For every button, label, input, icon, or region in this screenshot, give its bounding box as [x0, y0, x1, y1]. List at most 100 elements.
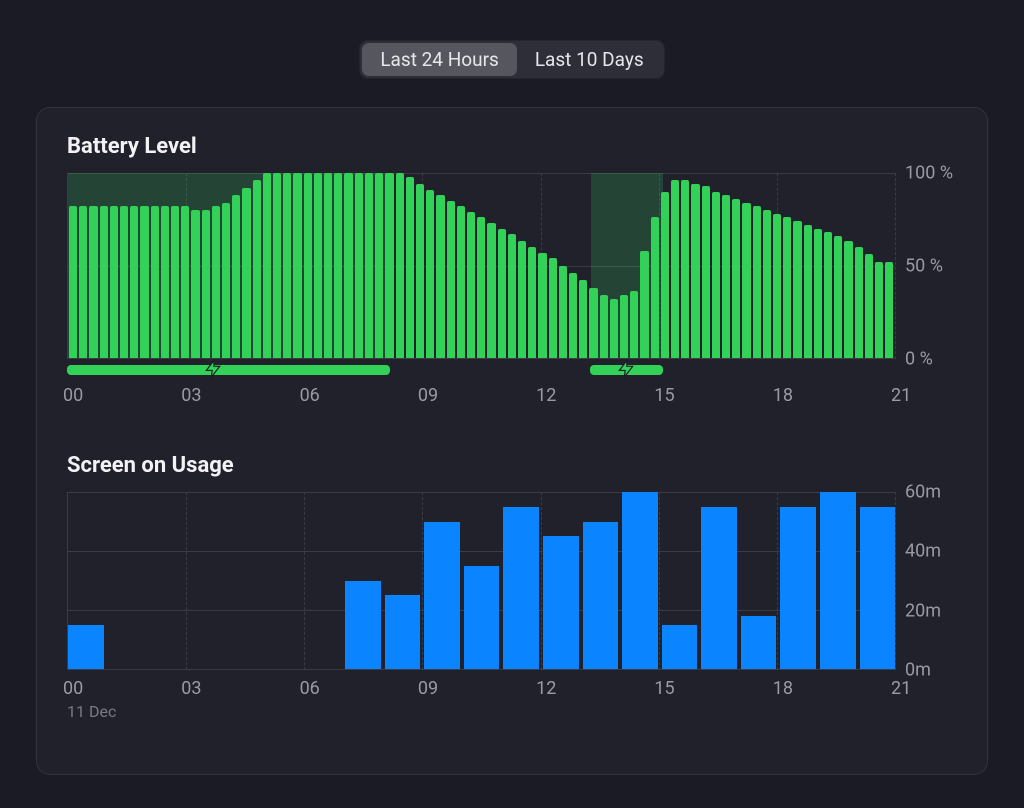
battery-bar [661, 192, 669, 359]
battery-xtick: 09 [418, 385, 438, 406]
battery-bar [579, 280, 587, 358]
segment-24h[interactable]: Last 24 Hours [362, 43, 516, 76]
usage-bar [860, 507, 896, 669]
battery-ytick-100: 100 % [905, 163, 953, 184]
battery-bar [691, 184, 699, 358]
battery-bar [671, 180, 679, 358]
usage-xtick: 12 [536, 678, 556, 699]
battery-bar [589, 288, 597, 358]
charging-indicator-strip [67, 363, 895, 377]
usage-bar [780, 507, 816, 669]
usage-bar [68, 625, 104, 669]
usage-bar [622, 492, 658, 669]
battery-xtick: 06 [300, 385, 320, 406]
battery-bar [293, 173, 301, 358]
battery-bar [824, 232, 832, 358]
usage-bar [543, 536, 579, 669]
battery-bar [79, 206, 87, 358]
segment-10d[interactable]: Last 10 Days [517, 43, 662, 76]
battery-bar [528, 247, 536, 358]
battery-bar [722, 195, 730, 358]
battery-chart-title: Battery Level [67, 134, 957, 159]
battery-bar [712, 192, 720, 359]
battery-bar [651, 217, 659, 358]
battery-bar [763, 210, 771, 358]
usage-xtick: 06 [300, 678, 320, 699]
usage-ytick-0: 0m [905, 660, 931, 681]
battery-bar [681, 180, 689, 358]
usage-chart-title: Screen on Usage [67, 453, 957, 478]
usage-xtick: 03 [181, 678, 201, 699]
battery-xtick: 03 [181, 385, 201, 406]
battery-bar [263, 173, 271, 358]
battery-xtick: 21 [891, 385, 911, 406]
charging-segment [67, 365, 390, 375]
battery-bar [610, 299, 618, 358]
battery-x-axis: 0003060912151821 [67, 383, 895, 409]
battery-level-chart: Battery Level 0003060912151821 100 % 50 … [67, 134, 957, 409]
battery-y-axis: 100 % 50 % 0 % [895, 173, 957, 359]
battery-bar [324, 173, 332, 358]
usage-bar [741, 616, 777, 669]
usage-xtick: 09 [418, 678, 438, 699]
battery-bar [783, 217, 791, 358]
usage-plot-area [67, 492, 895, 670]
battery-bar [457, 206, 465, 358]
battery-bar [334, 173, 342, 358]
usage-bar [701, 507, 737, 669]
battery-bar [253, 180, 261, 358]
battery-bar [834, 236, 842, 358]
usage-bar [583, 522, 619, 670]
battery-bar [640, 251, 648, 358]
battery-bar [365, 173, 373, 358]
usage-bar [662, 625, 698, 669]
usage-bar [385, 595, 421, 669]
battery-bar [89, 206, 97, 358]
battery-bar [161, 206, 169, 358]
battery-bar [436, 195, 444, 358]
battery-bar [151, 206, 159, 358]
battery-bar [426, 190, 434, 358]
battery-bar [508, 234, 516, 358]
battery-bar [171, 206, 179, 358]
usage-y-axis: 60m 40m 20m 0m [895, 492, 957, 670]
battery-bar [140, 206, 148, 358]
battery-bar [355, 173, 363, 358]
battery-bar [875, 262, 883, 358]
screen-on-usage-chart: Screen on Usage 0003060912151821 11 Dec … [67, 453, 957, 721]
battery-bar [773, 214, 781, 358]
usage-xtick: 21 [891, 678, 911, 699]
charging-bolt-icon [203, 357, 223, 381]
battery-bar [467, 212, 475, 358]
battery-bar [191, 210, 199, 358]
battery-xtick: 18 [773, 385, 793, 406]
battery-bar [630, 291, 638, 358]
battery-ytick-50: 50 % [905, 256, 943, 277]
battery-bar [620, 295, 628, 358]
battery-bar [855, 247, 863, 358]
battery-bar [283, 173, 291, 358]
battery-bar [793, 221, 801, 358]
charging-bolt-icon [616, 357, 636, 381]
battery-bar [242, 188, 250, 358]
battery-bar [202, 210, 210, 358]
battery-bar [804, 225, 812, 358]
time-range-segmented: Last 24 Hours Last 10 Days [359, 40, 664, 79]
battery-bar [344, 173, 352, 358]
battery-bar [447, 201, 455, 358]
battery-bar [181, 206, 189, 358]
battery-bar [416, 184, 424, 358]
battery-bar [212, 206, 220, 358]
battery-ytick-0: 0 % [905, 349, 933, 370]
usage-bars [68, 492, 895, 669]
usage-bar [820, 492, 856, 669]
battery-bar [569, 273, 577, 358]
battery-bar [549, 258, 557, 358]
battery-bar [120, 206, 128, 358]
usage-xtick: 15 [654, 678, 674, 699]
battery-bar [559, 266, 567, 359]
battery-bar [538, 253, 546, 358]
battery-bar [732, 199, 740, 358]
battery-bar [130, 206, 138, 358]
battery-bar [498, 229, 506, 359]
